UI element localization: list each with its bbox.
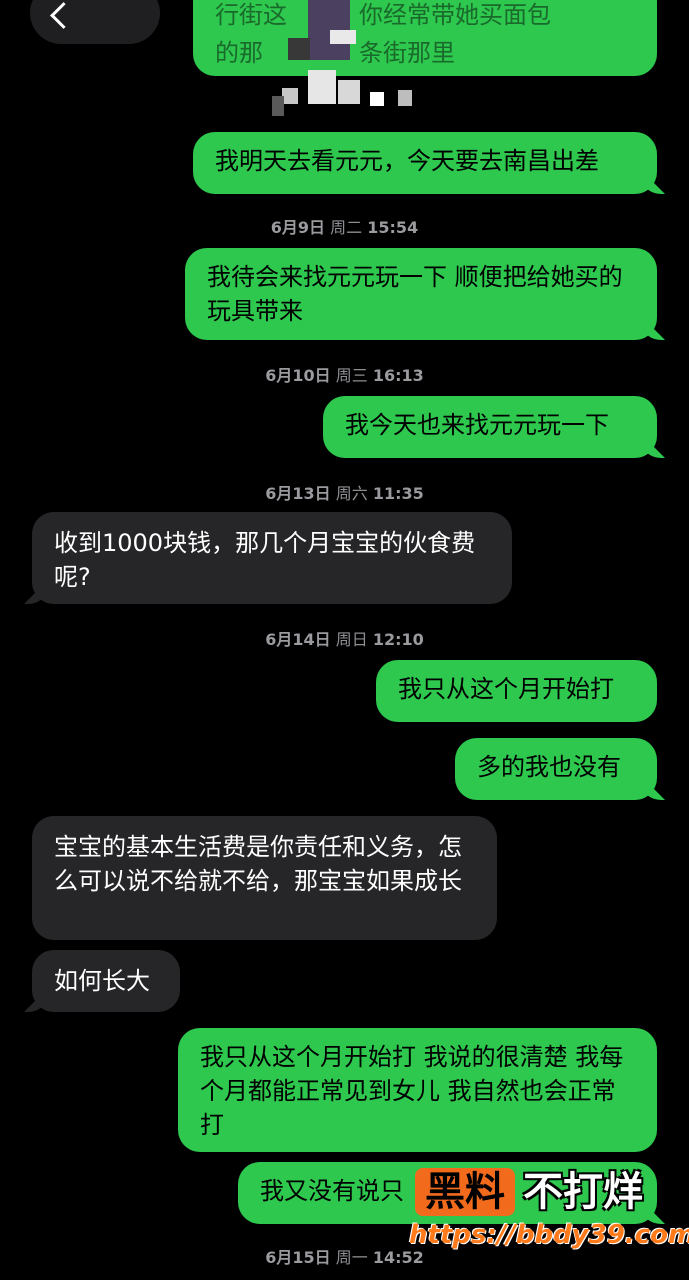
watermark: 黑料 不打烊 https://bbdy39.com (409, 1168, 689, 1258)
message-text: 宝宝的基本生活费是你责任和义务，怎么可以说不给就不给，那宝宝如果成长 (54, 833, 462, 895)
message-text: 我又没有说只 (260, 1177, 404, 1205)
message-text: 我只从这个月开始打 我说的很清楚 我每个月都能正常见到女儿 我自然也会正常打 (200, 1043, 624, 1139)
message-text: 多的我也没有 (477, 753, 621, 781)
timestamp: 6月13日 周六 11:35 (265, 484, 424, 503)
message-text: 我今天也来找元元玩一下 (345, 411, 609, 439)
message-bubble-outgoing[interactable]: 我明天去看元元，今天要去南昌出差 (193, 132, 657, 194)
back-button[interactable]: 161 (30, 0, 160, 44)
timestamp: 6月10日 周三 16:13 (265, 366, 424, 385)
watermark-brand-b: 不打烊 (523, 1169, 643, 1215)
message-bubble-outgoing[interactable]: 我只从这个月开始打 我说的很清楚 我每个月都能正常见到女儿 我自然也会正常打 (178, 1028, 657, 1152)
message-bubble-incoming[interactable]: 收到1000块钱，那几个月宝宝的伙食费呢? (32, 512, 512, 604)
message-bubble-outgoing[interactable]: 我只从这个月开始打 (376, 660, 657, 722)
message-bubble-outgoing[interactable]: 行街这 你经常带她买面包 的那 条街那里 (193, 0, 657, 76)
watermark-url: https://bbdy39.com (409, 1220, 689, 1250)
chevron-left-icon (50, 2, 77, 29)
timestamp: 6月9日 周二 15:54 (270, 218, 419, 237)
message-bubble-outgoing[interactable]: 我今天也来找元元玩一下 (323, 396, 657, 458)
message-text: 我待会来找元元玩一下 顺便把给她买的玩具带来 (207, 263, 623, 325)
message-bubble-incoming[interactable]: 宝宝的基本生活费是你责任和义务，怎么可以说不给就不给，那宝宝如果成长 (32, 816, 497, 940)
message-bubble-incoming[interactable]: 如何长大 (32, 950, 180, 1012)
avatar-redacted (268, 0, 418, 118)
message-bubble-outgoing[interactable]: 多的我也没有 (455, 738, 657, 800)
timestamp: 6月14日 周日 12:10 (265, 630, 424, 649)
message-text: 我明天去看元元，今天要去南昌出差 (215, 147, 599, 175)
message-bubble-outgoing[interactable]: 我待会来找元元玩一下 顺便把给她买的玩具带来 (185, 248, 657, 340)
watermark-brand-a: 黑料 (415, 1168, 515, 1216)
message-text: 收到1000块钱，那几个月宝宝的伙食费呢? (54, 529, 476, 591)
message-text: 我只从这个月开始打 (398, 675, 614, 703)
message-text: 如何长大 (54, 967, 150, 995)
